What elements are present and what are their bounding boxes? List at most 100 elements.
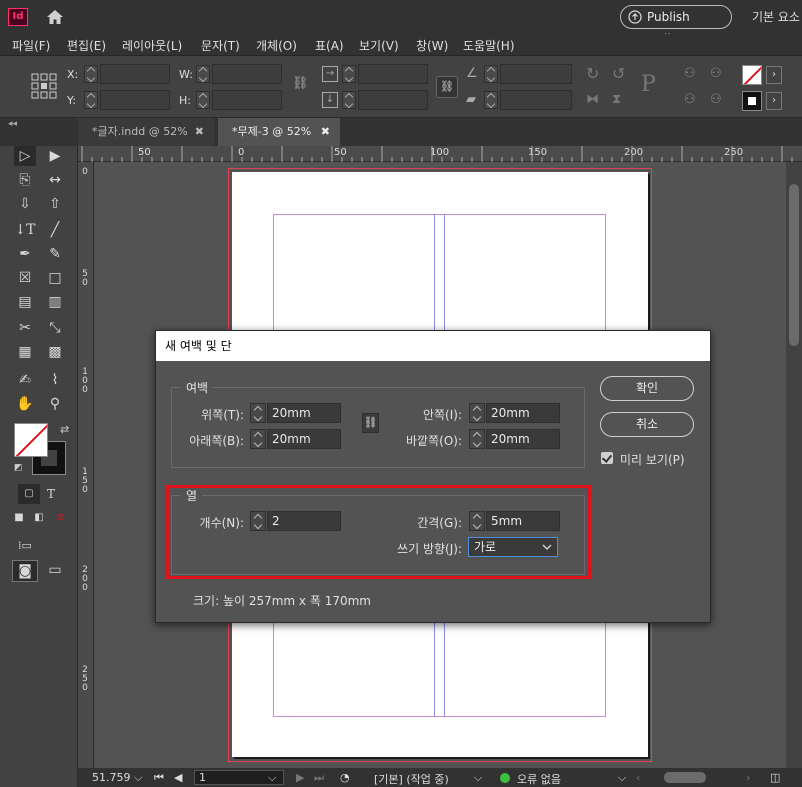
top-margin-stepper[interactable] [250, 403, 266, 423]
content-collector-icon[interactable]: ⇩ [14, 194, 36, 214]
fill-menu-chevron-icon[interactable]: › [766, 66, 782, 84]
formatting-container-icon[interactable]: ▢ [18, 484, 40, 504]
flip-horizontal-icon[interactable]: ⧓ [586, 92, 599, 107]
menu-view[interactable]: 보기(V) [359, 37, 399, 54]
eyedropper-tool-icon[interactable]: ⌇ [44, 370, 66, 390]
h-stepper[interactable] [196, 91, 210, 109]
scale-y-field[interactable] [358, 90, 428, 110]
menu-edit[interactable]: 편집(E) [67, 37, 106, 54]
free-transform-tool-icon[interactable]: ⤡ [44, 318, 66, 338]
inside-margin-stepper[interactable] [469, 403, 485, 423]
open-page-icon[interactable]: ◔ [340, 771, 350, 784]
pencil-tool-icon[interactable]: ✎ [44, 244, 66, 264]
menu-layout[interactable]: 레이아웃(L) [122, 37, 182, 54]
content-placer-icon[interactable]: ⇧ [44, 194, 66, 214]
outside-margin-input[interactable]: 20mm [486, 429, 560, 449]
close-icon[interactable]: ✖ [195, 118, 204, 146]
selection-tool-icon[interactable]: ▷ [14, 146, 36, 166]
split-window-icon[interactable]: ◫ [770, 771, 780, 784]
horizontal-scroll-thumb[interactable] [664, 772, 706, 783]
publish-online-button[interactable]: Publish Online [620, 5, 732, 46]
select-content-icon[interactable]: ⚇ [684, 92, 696, 107]
apply-gradient-icon[interactable]: ◧ [28, 508, 50, 528]
gradient-feather-tool-icon[interactable]: ▩ [44, 342, 66, 362]
vertical-grid-tool-icon[interactable]: ▥ [44, 292, 66, 312]
shear-stepper[interactable] [484, 91, 498, 109]
h-field[interactable] [212, 90, 282, 110]
apply-color-icon[interactable]: ■ [8, 508, 30, 528]
outside-margin-stepper[interactable] [469, 429, 485, 449]
menu-object[interactable]: 개체(O) [256, 37, 297, 54]
rectangle-tool-icon[interactable]: □ [44, 268, 66, 288]
menu-help[interactable]: 도움말(H) [463, 37, 515, 54]
page-dropdown-icon[interactable]: ⌵ [268, 771, 276, 785]
rectangle-frame-tool-icon[interactable]: ☒ [14, 268, 36, 288]
rotate-cw-icon[interactable]: ↻ [586, 64, 599, 83]
select-previous-icon[interactable]: ⚇ [710, 66, 722, 81]
link-scale-icon[interactable]: ⛓ [436, 76, 458, 98]
top-margin-input[interactable]: 20mm [267, 403, 341, 423]
ok-button[interactable]: 확인 [600, 376, 694, 401]
normal-screen-mode-icon[interactable]: ◙ [12, 560, 38, 582]
flip-vertical-icon[interactable]: ⧗ [612, 92, 621, 107]
scale-x-field[interactable] [358, 64, 428, 84]
select-container-icon[interactable]: ⚇ [684, 66, 696, 81]
menu-table[interactable]: 표(A) [315, 37, 344, 54]
w-stepper[interactable] [196, 65, 210, 83]
stroke-swatch-icon[interactable] [742, 91, 762, 111]
direct-selection-tool-icon[interactable]: ▶ [44, 146, 66, 166]
next-page-icon[interactable]: ▶ [296, 771, 304, 784]
first-page-icon[interactable]: ⏮ [154, 771, 164, 785]
close-icon[interactable]: ✖ [321, 118, 330, 146]
fill-swatch-front[interactable] [14, 423, 48, 457]
page-tool-icon[interactable]: ⎘ [14, 170, 36, 190]
line-tool-icon[interactable]: ╱ [44, 220, 66, 240]
home-icon[interactable] [46, 9, 64, 25]
tab-document-2[interactable]: *무제-3 @ 52% ✖ [218, 118, 340, 146]
zoom-level[interactable]: 51.759 [92, 771, 131, 784]
constrain-proportions-icon[interactable]: ⛓ [292, 76, 309, 91]
rotate-field[interactable] [500, 64, 572, 84]
gap-tool-icon[interactable]: ↔ [44, 170, 66, 190]
stroke-menu-chevron-icon[interactable]: › [766, 92, 782, 110]
menu-file[interactable]: 파일(F) [12, 37, 50, 54]
menu-type[interactable]: 문자(T) [201, 37, 240, 54]
default-fill-stroke-icon[interactable]: ◩ [14, 463, 23, 473]
scale-y-stepper[interactable] [342, 91, 356, 109]
horizontal-grid-tool-icon[interactable]: ▤ [14, 292, 36, 312]
reference-point-icon[interactable] [30, 72, 58, 100]
y-stepper[interactable] [84, 91, 98, 109]
bottom-margin-stepper[interactable] [250, 429, 266, 449]
link-margins-icon[interactable]: ⛓ [362, 413, 379, 433]
note-tool-icon[interactable]: ✍ [14, 370, 36, 390]
tab-document-1[interactable]: *글자.indd @ 52% ✖ [78, 118, 214, 146]
master-dropdown-icon[interactable]: ⌵ [474, 771, 482, 785]
x-stepper[interactable] [84, 65, 98, 83]
cancel-button[interactable]: 취소 [600, 412, 694, 437]
last-page-icon[interactable]: ⏭ [314, 771, 324, 785]
rotate-stepper[interactable] [484, 65, 498, 83]
scroll-right-icon[interactable]: › [746, 771, 750, 784]
scale-x-stepper[interactable] [342, 65, 356, 83]
preview-checkbox[interactable] [601, 452, 613, 464]
gradient-swatch-tool-icon[interactable]: ▦ [14, 342, 36, 362]
shear-field[interactable] [500, 90, 572, 110]
y-field[interactable] [100, 90, 170, 110]
hand-tool-icon[interactable]: ✋ [14, 394, 36, 414]
preflight-menu-icon[interactable]: ⌵ [618, 771, 626, 785]
scroll-thumb[interactable] [789, 184, 799, 346]
inside-margin-input[interactable]: 20mm [486, 403, 560, 423]
fill-frame-icon[interactable]: ⁞▭ [14, 536, 36, 556]
preview-screen-mode-icon[interactable]: ▭ [44, 560, 66, 580]
w-field[interactable] [212, 64, 282, 84]
menu-window[interactable]: 창(W) [416, 37, 448, 54]
scissors-tool-icon[interactable]: ✂ [14, 318, 36, 338]
zoom-tool-icon[interactable]: ⚲ [44, 394, 66, 414]
fill-none-swatch-icon[interactable] [742, 65, 762, 85]
workspace-switcher[interactable]: 기본 요소 [752, 8, 800, 25]
rotate-ccw-icon[interactable]: ↺ [612, 64, 625, 83]
previous-page-icon[interactable]: ◀ [174, 771, 182, 784]
bottom-margin-input[interactable]: 20mm [267, 429, 341, 449]
scroll-left-icon[interactable]: ‹ [636, 771, 640, 784]
formatting-text-icon[interactable]: T [40, 484, 62, 504]
